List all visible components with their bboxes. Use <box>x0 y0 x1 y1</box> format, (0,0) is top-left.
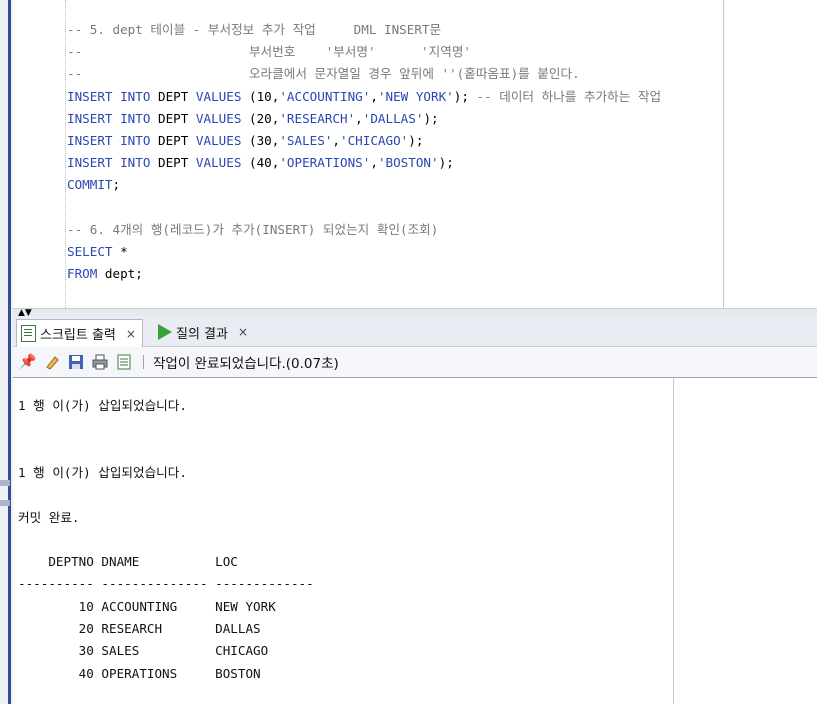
code-token: 'RESEARCH' <box>279 110 356 126</box>
code-token: , <box>355 110 363 126</box>
tab-script-output-close[interactable]: × <box>126 327 136 341</box>
code-token: ); <box>438 155 454 171</box>
code-token: DEPT <box>158 155 196 171</box>
code-line[interactable]: SELECT * <box>67 243 128 261</box>
left-border-line <box>8 0 11 704</box>
output-tabbar: 스크립트 출력 × 질의 결과 × <box>13 316 817 347</box>
code-token: FROM <box>67 266 105 282</box>
code-token: VALUES <box>195 88 249 104</box>
output-line: DEPTNO DNAME LOC <box>18 554 238 570</box>
output-line: 20 RESEARCH DALLAS <box>18 621 261 636</box>
pin-icon[interactable]: 📌 <box>19 353 37 371</box>
output-line: 1 행 이(가) 삽입되었습니다. <box>18 398 187 413</box>
code-line[interactable]: INSERT INTO DEPT VALUES (40,'OPERATIONS'… <box>67 154 454 172</box>
sql-editor[interactable]: -- 5. dept 테이블 - 부서정보 추가 작업 DML INSERT문 -… <box>13 0 817 308</box>
tab-query-result-close[interactable]: × <box>238 325 248 339</box>
output-line: ---------- -------------- ------------- <box>18 576 314 592</box>
code-token: INSERT INTO <box>67 155 158 171</box>
code-token: (40, <box>249 155 280 171</box>
code-line[interactable]: -- 오라클에서 문자열일 경우 앞뒤에 ''(홑따옴표)를 붙인다. <box>67 65 580 83</box>
code-line[interactable]: INSERT INTO DEPT VALUES (20,'RESEARCH','… <box>67 110 439 128</box>
code-token: DEPT <box>158 110 196 126</box>
save-icon[interactable] <box>67 353 85 371</box>
code-token: -- 부서번호 '부서명' '지역명' <box>67 44 471 60</box>
code-token: INSERT INTO <box>67 88 158 104</box>
script-output-icon <box>21 325 36 342</box>
code-line[interactable]: FROM dept; <box>67 265 143 283</box>
run-query-icon <box>158 324 172 340</box>
code-token: , <box>370 155 378 171</box>
code-token: ); <box>408 133 424 148</box>
script-output-panel[interactable]: 1 행 이(가) 삽입되었습니다. 1 행 이(가) 삽입되었습니다. 커밋 완료.… <box>13 378 817 704</box>
code-token: 'CHICAGO' <box>340 133 409 148</box>
code-token: INSERT INTO <box>67 133 158 148</box>
code-token: VALUES <box>195 155 249 171</box>
execution-status: 작업이 완료되었습니다.(0.07초) <box>153 356 339 372</box>
left-strip <box>0 0 13 704</box>
eraser-icon[interactable] <box>43 353 61 371</box>
code-token: , <box>332 133 341 148</box>
code-token: (10, <box>249 88 280 104</box>
code-token: INSERT INTO <box>67 110 158 126</box>
code-token: VALUES <box>195 133 249 148</box>
output-line: 30 SALES CHICAGO <box>18 643 269 659</box>
code-line[interactable]: INSERT INTO DEPT VALUES (10,'ACCOUNTING'… <box>67 88 661 106</box>
code-token: * <box>120 244 128 259</box>
left-marker <box>0 500 10 506</box>
document-icon[interactable] <box>115 353 133 371</box>
output-divider <box>673 378 674 704</box>
output-line: 1 행 이(가) 삽입되었습니다. <box>18 464 187 480</box>
code-token: VALUES <box>195 110 249 126</box>
code-token: ; <box>112 177 121 193</box>
editor-gutter-line <box>65 0 66 308</box>
code-token: 'NEW YORK' <box>377 88 454 104</box>
code-token: (20, <box>249 110 280 126</box>
output-line: 10 ACCOUNTING NEW YORK <box>18 598 276 614</box>
code-token: -- 오라클에서 문자열일 경우 앞뒤에 ''(홑따옴표)를 붙인다. <box>67 66 580 82</box>
tab-query-result-label: 질의 결과 <box>176 326 228 342</box>
code-token: SELECT <box>67 244 121 259</box>
code-token: COMMIT <box>67 177 113 193</box>
code-token: 'SALES' <box>279 133 333 148</box>
code-line[interactable]: -- 5. dept 테이블 - 부서정보 추가 작업 DML INSERT문 <box>67 21 441 39</box>
code-token: 'DALLAS' <box>362 110 424 126</box>
code-token: 'BOSTON' <box>377 155 439 171</box>
editor-margin-line <box>723 0 724 308</box>
tab-script-output-label: 스크립트 출력 <box>40 328 116 343</box>
output-line: 커밋 완료. <box>18 509 80 525</box>
tab-query-result[interactable]: 질의 결과 × <box>158 320 248 344</box>
print-icon[interactable] <box>91 353 109 371</box>
code-token: ); <box>453 88 477 104</box>
left-marker <box>0 480 10 486</box>
code-token: DEPT <box>158 88 196 104</box>
code-token: -- 6. 4개의 행(레코드)가 추가(INSERT) 되었는지 확인(조회) <box>67 221 439 237</box>
code-line[interactable]: -- 6. 4개의 행(레코드)가 추가(INSERT) 되었는지 확인(조회) <box>67 221 438 239</box>
output-line: 40 OPERATIONS BOSTON <box>18 665 261 681</box>
tab-script-output[interactable]: 스크립트 출력 × <box>16 319 143 347</box>
code-token: 'ACCOUNTING' <box>279 88 371 104</box>
output-toolbar: 📌 작업이 완료되었습니다.(0.07초) <box>13 347 817 378</box>
code-token: -- 데이터 하나를 추가하는 작업 <box>476 88 662 104</box>
code-token: dept; <box>104 266 143 282</box>
code-token: (30, <box>249 133 280 148</box>
code-line[interactable]: INSERT INTO DEPT VALUES (30,'SALES','CHI… <box>67 132 423 150</box>
code-token: 'OPERATIONS' <box>279 155 371 171</box>
code-token: DEPT <box>158 133 196 148</box>
code-token: -- 5. dept 테이블 - 부서정보 추가 작업 DML INSERT문 <box>67 22 442 37</box>
toolbar-separator <box>143 355 144 369</box>
code-token: , <box>370 88 378 104</box>
code-line[interactable]: -- 부서번호 '부서명' '지역명' <box>67 43 471 61</box>
code-line[interactable]: COMMIT; <box>67 176 120 194</box>
code-token: ); <box>423 110 439 126</box>
